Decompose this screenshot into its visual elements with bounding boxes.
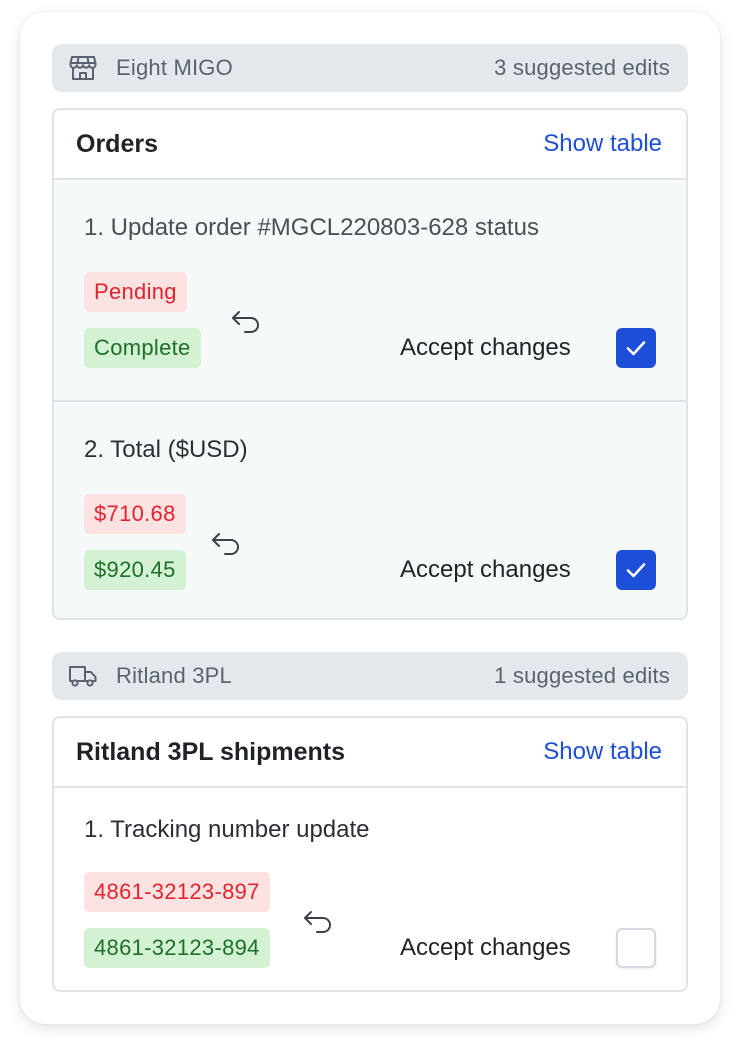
checkmark-icon	[626, 563, 646, 578]
accept-changes-label: Accept changes	[400, 334, 571, 361]
edit-title: 1. Update order #MGCL220803-628 status	[84, 214, 539, 241]
show-table-link[interactable]: Show table	[543, 738, 662, 766]
accept-changes-label: Accept changes	[400, 556, 571, 583]
panel-title: Ritland 3PL shipments	[76, 737, 346, 766]
group-name: Eight MIGO	[116, 55, 233, 80]
accept-changes-checkbox[interactable]	[616, 328, 656, 368]
old-value-chip: 4861-32123-897	[84, 872, 270, 912]
group-name: Ritland 3PL	[116, 663, 232, 688]
old-value-chip: Pending	[84, 272, 187, 312]
edit-item: 1. Update order #MGCL220803-628 status P…	[54, 180, 686, 400]
group-header-ritland-3pl: Ritland 3PL 1 suggested edits	[52, 652, 688, 700]
panel-header: Ritland 3PL shipments Show table	[54, 718, 686, 788]
revert-arrow-icon	[304, 911, 331, 933]
new-value-chip: 4861-32123-894	[84, 928, 270, 968]
group-header-eight-migo: Eight MIGO 3 suggested edits	[52, 44, 688, 92]
accept-changes-checkbox[interactable]	[616, 550, 656, 590]
edit-title: 2. Total ($USD)	[84, 436, 248, 463]
panel-header: Orders Show table	[54, 110, 686, 180]
edit-item: 2. Total ($USD) $710.68 $920.45 Accept c…	[54, 400, 686, 618]
panel-title: Orders	[76, 129, 158, 158]
show-table-link[interactable]: Show table	[543, 130, 662, 158]
checkmark-icon	[626, 341, 646, 356]
storefront-icon	[68, 53, 98, 83]
new-value-chip: $920.45	[84, 550, 186, 590]
accept-changes-label: Accept changes	[400, 934, 571, 961]
suggested-edits-count: 3 suggested edits	[494, 55, 670, 80]
new-value-chip: Complete	[84, 328, 201, 368]
revert-arrow-icon	[232, 311, 259, 333]
suggested-edits-count: 1 suggested edits	[494, 663, 670, 688]
old-value-chip: $710.68	[84, 494, 186, 534]
revert-arrow-icon	[212, 533, 239, 555]
edit-title: 1. Tracking number update	[84, 816, 370, 843]
suggested-edits-card: Eight MIGO 3 suggested edits Orders Show…	[20, 12, 720, 1024]
edit-item: 1. Tracking number update 4861-32123-897…	[54, 788, 686, 990]
accept-changes-checkbox[interactable]	[616, 928, 656, 968]
shipments-panel: Ritland 3PL shipments Show table 1. Trac…	[52, 716, 688, 992]
truck-icon	[68, 661, 98, 691]
orders-panel: Orders Show table 1. Update order #MGCL2…	[52, 108, 688, 620]
